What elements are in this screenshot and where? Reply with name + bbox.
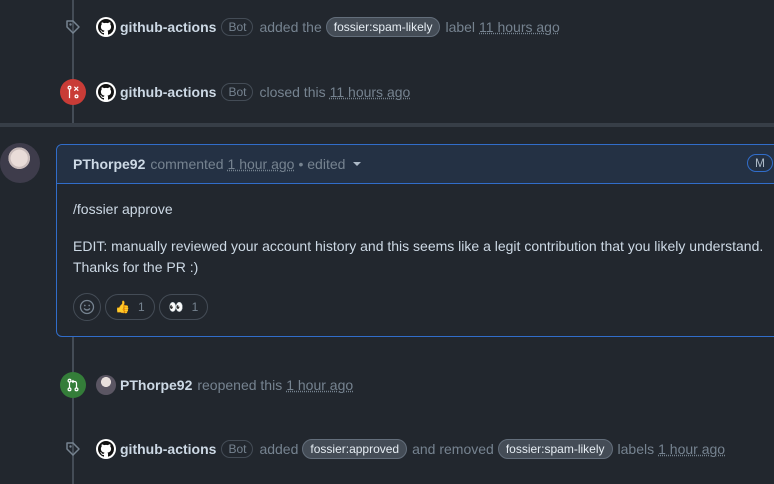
avatar[interactable] — [0, 143, 40, 183]
bot-badge: Bot — [221, 440, 254, 458]
reaction-thumbs-up[interactable]: 👍 1 — [105, 294, 155, 320]
actor-link[interactable]: PThorpe92 — [120, 377, 192, 393]
add-reaction-smiley-icon[interactable] — [73, 293, 101, 321]
pr-closed-icon — [60, 79, 86, 105]
timeline-separator — [0, 123, 774, 127]
timeline-event-reopened: PThorpe92 reopened this 1 hour ago — [60, 372, 353, 398]
event-text: reopened this — [197, 377, 283, 393]
github-logo-icon[interactable] — [96, 17, 116, 37]
avatar[interactable] — [96, 375, 116, 395]
tag-icon — [60, 436, 86, 462]
event-text: closed this — [259, 84, 326, 100]
reaction-count: 1 — [191, 300, 199, 314]
bot-badge: Bot — [221, 18, 254, 36]
chevron-down-icon[interactable] — [353, 162, 362, 166]
event-text: and removed — [412, 441, 494, 457]
thumbs-up-icon: 👍 — [115, 300, 130, 314]
actor-link[interactable]: github-actions — [120, 19, 216, 35]
reaction-count: 1 — [137, 300, 145, 314]
pr-open-icon — [60, 372, 86, 398]
comment-text-paragraph: EDIT: manually reviewed your account his… — [73, 238, 764, 275]
github-logo-icon[interactable] — [96, 82, 116, 102]
label-spam-likely[interactable]: fossier:spam-likely — [325, 17, 441, 37]
timestamp-link[interactable]: 11 hours ago — [479, 19, 560, 35]
timeline-event-closed: github-actions Bot closed this 11 hours … — [60, 79, 410, 105]
reopened-badge — [60, 372, 86, 398]
reactions-bar: 👍 1 👀 1 — [73, 293, 212, 321]
role-badge: M — [747, 154, 773, 172]
event-text: added — [259, 441, 299, 457]
comment-header: PThorpe92 commented 1 hour ago • edited … — [57, 145, 774, 184]
reaction-eyes[interactable]: 👀 1 — [158, 294, 209, 320]
label-spam-likely[interactable]: fossier:spam-likely — [497, 439, 613, 459]
event-text: added the — [259, 19, 322, 35]
timeline-event-label-added: github-actions Bot added the fossier:spa… — [60, 14, 560, 40]
event-text: labels — [617, 441, 655, 457]
timestamp-link[interactable]: 1 hour ago — [286, 377, 353, 393]
eyes-icon: 👀 — [168, 300, 184, 314]
actor-link[interactable]: github-actions — [120, 441, 216, 457]
comment-text-line: /fossier approve — [73, 201, 173, 217]
actor-link[interactable]: github-actions — [120, 84, 216, 100]
comment-box: PThorpe92 commented 1 hour ago • edited … — [56, 144, 774, 337]
timestamp-link[interactable]: 11 hours ago — [330, 84, 411, 100]
label-approved[interactable]: fossier:approved — [302, 439, 408, 459]
tag-icon — [60, 14, 86, 40]
comment-author-link[interactable]: PThorpe92 — [73, 156, 145, 172]
event-text: label — [445, 19, 476, 35]
github-logo-icon[interactable] — [96, 439, 116, 459]
comment-action-text: commented — [150, 156, 224, 172]
closed-badge — [60, 79, 86, 105]
bot-badge: Bot — [221, 83, 254, 101]
timeline-event-labels-changed: github-actions Bot added fossier:approve… — [60, 436, 725, 462]
timestamp-link[interactable]: 1 hour ago — [228, 156, 295, 172]
timestamp-link[interactable]: 1 hour ago — [658, 441, 725, 457]
edited-dropdown[interactable]: • edited — [298, 156, 345, 172]
